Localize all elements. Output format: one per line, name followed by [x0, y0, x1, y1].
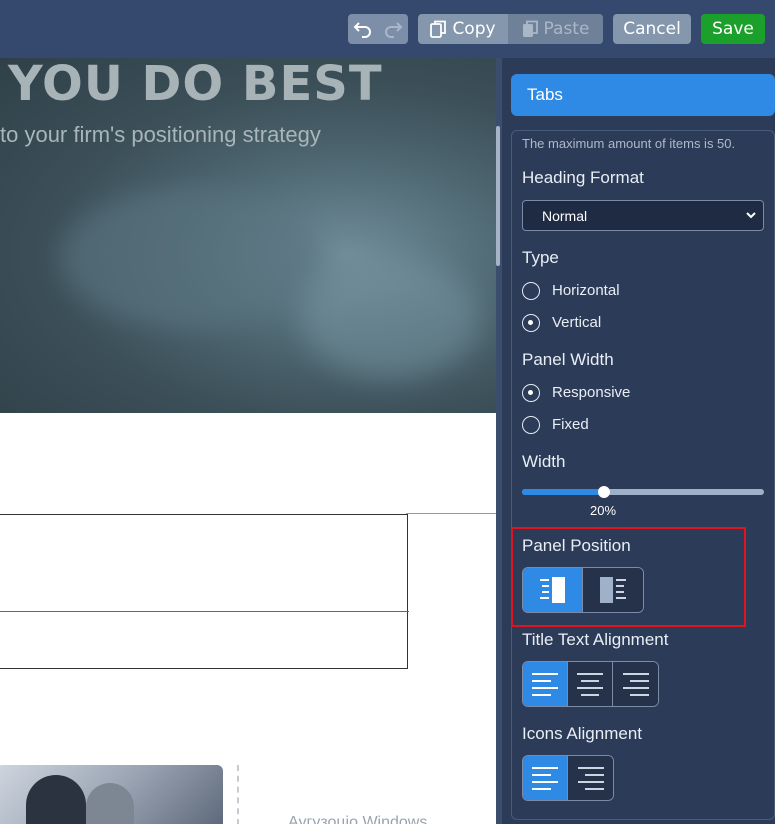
- align-left-icon: [532, 673, 558, 696]
- redo-icon[interactable]: [378, 14, 408, 44]
- divider-line: [406, 513, 496, 514]
- width-label: Width: [522, 452, 566, 471]
- align-left-button[interactable]: [523, 662, 568, 706]
- paste-icon: [522, 20, 538, 37]
- type-label: Type: [522, 248, 559, 267]
- align-left-icon: [532, 767, 558, 790]
- heading-format-select[interactable]: Normal: [522, 200, 764, 231]
- save-button[interactable]: Save: [701, 14, 765, 44]
- page-canvas[interactable]: YOU DO BEST to your firm's positioning s…: [0, 58, 496, 824]
- panel-left-icon: [539, 577, 565, 603]
- radio-vertical-label[interactable]: Vertical: [552, 314, 601, 331]
- top-toolbar: Copy Paste Cancel Save: [0, 0, 775, 58]
- hero-subtitle: to your firm's positioning strategy: [0, 122, 321, 147]
- section-caption: Аугузоціо Windows: [288, 814, 428, 824]
- hero-title: YOU DO BEST: [8, 58, 383, 112]
- radio-horizontal[interactable]: [522, 282, 540, 300]
- icons-alignment-label: Icons Alignment: [522, 724, 643, 743]
- person-figure: [26, 775, 86, 824]
- radio-fixed[interactable]: [522, 416, 540, 434]
- panel-position-left-button[interactable]: [523, 568, 583, 612]
- copy-label: Copy: [452, 19, 496, 39]
- cancel-button[interactable]: Cancel: [613, 14, 691, 44]
- tabs-widget-box[interactable]: [0, 514, 409, 669]
- align-right-button[interactable]: [613, 662, 658, 706]
- chevron-down-icon: [745, 207, 757, 226]
- align-center-button[interactable]: [568, 662, 613, 706]
- paste-label: Paste: [543, 19, 590, 39]
- settings-card: [511, 130, 775, 820]
- person-figure: [86, 783, 134, 824]
- title-text-alignment-label: Title Text Alignment: [522, 630, 669, 649]
- title-alignment-toggle: [522, 661, 659, 707]
- width-slider-handle[interactable]: [598, 486, 610, 498]
- width-slider-fill: [522, 489, 604, 495]
- radio-responsive-label[interactable]: Responsive: [552, 384, 630, 401]
- tabs-divider: [0, 611, 409, 612]
- hero-section[interactable]: YOU DO BEST to your firm's positioning s…: [0, 58, 496, 413]
- width-value: 20%: [590, 503, 617, 518]
- radio-vertical[interactable]: [522, 314, 540, 332]
- canvas-scrollbar-thumb[interactable]: [496, 126, 500, 266]
- hero-background-detail: [300, 258, 480, 378]
- align-center-icon: [577, 673, 603, 696]
- radio-fixed-label[interactable]: Fixed: [552, 416, 589, 433]
- max-items-note: The maximum amount of items is 50.: [522, 136, 736, 151]
- icons-alignment-toggle: [522, 755, 614, 801]
- align-right-icon: [622, 673, 649, 696]
- align-right-icon: [577, 767, 604, 790]
- panel-width-label: Panel Width: [522, 350, 614, 369]
- copy-button[interactable]: Copy: [418, 14, 508, 44]
- undo-icon[interactable]: [348, 14, 378, 44]
- panel-position-right-button[interactable]: [583, 568, 643, 612]
- radio-horizontal-label[interactable]: Horizontal: [552, 282, 620, 299]
- team-photo: [0, 765, 223, 824]
- heading-format-value: Normal: [542, 207, 588, 224]
- panel-header-tabs[interactable]: Tabs: [511, 74, 775, 116]
- radio-responsive[interactable]: [522, 384, 540, 402]
- copy-paste-group: Copy Paste: [418, 14, 603, 44]
- panel-position-label: Panel Position: [522, 536, 631, 555]
- panel-position-toggle: [522, 567, 644, 613]
- icons-align-right-button[interactable]: [568, 756, 613, 800]
- settings-panel: Tabs The maximum amount of items is 50. …: [502, 58, 775, 824]
- icons-align-left-button[interactable]: [523, 756, 568, 800]
- dashed-divider: [237, 765, 239, 824]
- panel-right-icon: [600, 577, 626, 603]
- copy-icon: [430, 20, 447, 38]
- heading-format-label: Heading Format: [522, 168, 644, 187]
- paste-button[interactable]: Paste: [508, 14, 603, 44]
- hero-background: [60, 188, 320, 328]
- undo-redo-group: [348, 14, 408, 44]
- width-slider[interactable]: [522, 489, 764, 495]
